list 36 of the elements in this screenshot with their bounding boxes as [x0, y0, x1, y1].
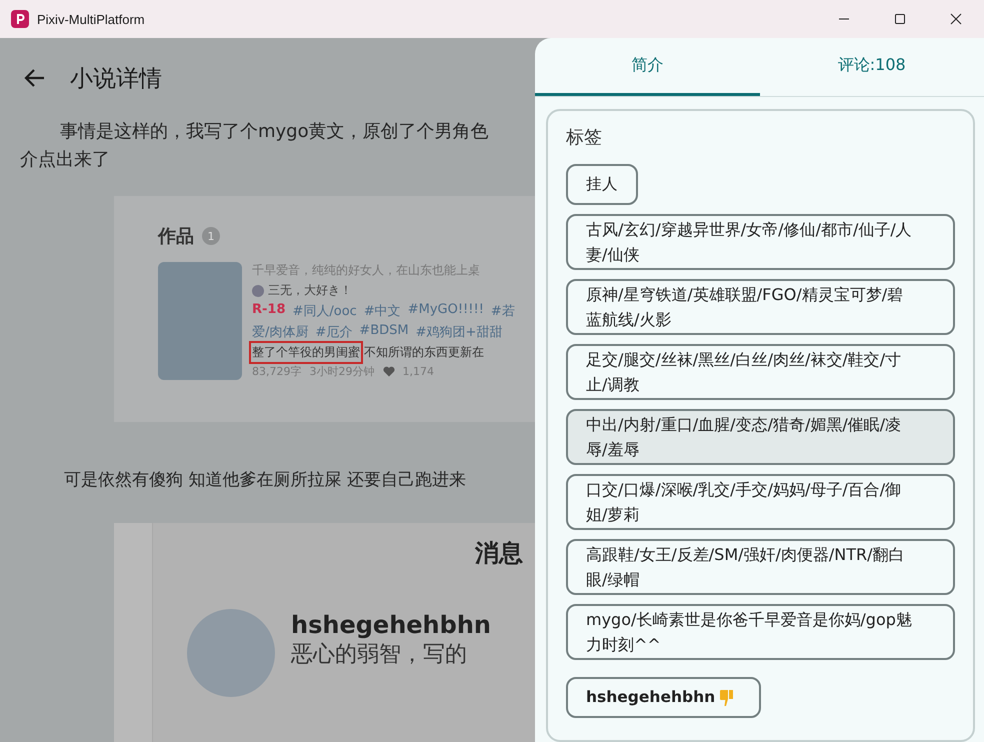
tag-chip[interactable]: 口交/口爆/深喉/乳交/手交/妈妈/母子/百合/御姐/萝莉 — [566, 474, 955, 530]
message-title: 消息 — [475, 538, 523, 569]
tag-chip[interactable]: 中出/内射/重口/血腥/变态/猎奇/媚黑/催眠/凌辱/羞辱 — [566, 409, 955, 465]
count-badge: 1 — [202, 227, 220, 245]
thumbs-down-icon — [719, 688, 736, 706]
tag-chip[interactable]: hshegehehbhn — [566, 677, 762, 718]
tag-chip[interactable]: 高跟鞋/女王/反差/SM/强奸/肉便器/NTR/翻白眼/绿帽 — [566, 539, 955, 595]
section-heading: 作品 — [158, 225, 194, 248]
like-count: 1,174 — [402, 365, 434, 378]
stat-text: 3小时29分钟 — [310, 364, 374, 379]
close-icon — [950, 13, 962, 25]
tab[interactable]: 简介 — [535, 38, 760, 96]
heart-icon — [382, 366, 394, 377]
paragraph: 可是依然有傻狗 知道他爹在厕所拉屎 还要自己跑进来 — [64, 469, 466, 491]
tag-chip[interactable]: mygo/长崎素世是你爸千早爱音是你妈/gop魅力时刻^^ — [566, 604, 955, 660]
tab[interactable]: 评论:108 — [760, 38, 984, 96]
maximize-icon — [894, 13, 906, 25]
username: hshegehehbhn — [291, 611, 491, 639]
avatar-icon — [252, 284, 264, 296]
description-text: 不知所谓的东西更新在 — [364, 344, 484, 361]
highlighted-text: 整了个竿役的男闺蜜 — [252, 344, 360, 361]
stat-text: 83,729字 — [252, 364, 302, 379]
tag-chip[interactable]: 原神/星穹铁道/英雄联盟/FGO/精灵宝可梦/碧蓝航线/火影 — [566, 279, 955, 335]
window-title: Pixiv-MultiPlatform — [37, 12, 145, 26]
paragraph-line: 介点出来了 — [20, 148, 110, 172]
rating-label: R-18 — [252, 302, 286, 319]
tag-chip[interactable]: 古风/玄幻/穿越异世界/女帝/修仙/都市/仙子/人妻/仙侠 — [566, 214, 955, 270]
paragraph-line: 事情是这样的，我写了个mygo黄文，原创了个男角色 — [59, 120, 489, 144]
author-name: 三无，大好き！ — [268, 282, 352, 299]
page-title: 小说详情 — [70, 64, 162, 94]
app-icon — [11, 10, 29, 28]
work-summary: 千早爱音，纯纯的好女人，在山东也能上桌 — [252, 262, 481, 279]
tag-chip[interactable]: 足交/腿交/丝袜/黑丝/白丝/肉丝/袜交/鞋交/寸止/调教 — [566, 344, 955, 400]
message-text: 恶心的弱智，写的 — [291, 641, 468, 669]
card-heading: 标签 — [566, 126, 603, 149]
tag-chip[interactable]: 挂人 — [566, 164, 638, 205]
